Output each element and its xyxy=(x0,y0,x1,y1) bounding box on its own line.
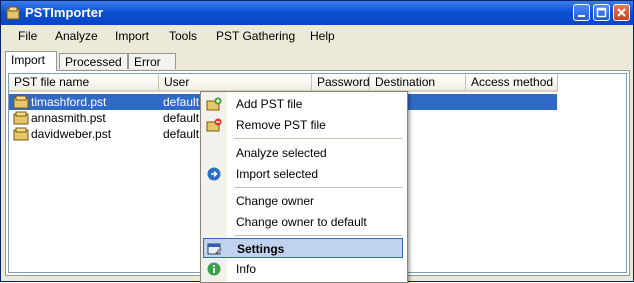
app-icon xyxy=(6,6,20,20)
minimize-icon xyxy=(578,15,585,17)
pst-file-name: annasmith.pst xyxy=(31,111,106,125)
menu-item-label: Remove PST file xyxy=(236,118,326,132)
menu-item-change-owner-to-default[interactable]: Change owner to default xyxy=(203,212,403,232)
menu-item-label: Settings xyxy=(237,242,285,256)
menu-import[interactable]: Import xyxy=(115,29,149,43)
context-menu: Add PST file Remove PST file Analyze sel… xyxy=(200,91,408,283)
pst-file-icon xyxy=(13,127,29,141)
remove-pst-icon xyxy=(206,118,222,132)
menu-item-settings[interactable]: Settings xyxy=(203,238,403,258)
column-header-password[interactable]: Password xyxy=(312,74,370,92)
menu-pst-gathering[interactable]: PST Gathering xyxy=(216,29,295,43)
menu-item-label: Analyze selected xyxy=(236,146,327,160)
user-cell: default xyxy=(163,111,200,125)
column-header-user[interactable]: User xyxy=(159,74,312,92)
menu-item-remove-pst-file[interactable]: Remove PST file xyxy=(203,115,403,135)
menu-separator xyxy=(234,138,402,139)
column-header-pst-file-name[interactable]: PST file name xyxy=(9,74,159,92)
tab-processed[interactable]: Processed xyxy=(59,53,128,69)
close-button[interactable] xyxy=(613,4,630,21)
add-pst-icon xyxy=(206,97,222,111)
column-header-destination-folder[interactable]: Destination folder xyxy=(370,74,466,106)
menu-item-import-selected[interactable]: Import selected xyxy=(203,164,403,184)
pst-file-name: timashford.pst xyxy=(31,95,107,109)
user-cell: default xyxy=(163,95,200,109)
tab-error[interactable]: Error xyxy=(128,53,176,69)
menu-help[interactable]: Help xyxy=(310,29,335,43)
window-title: PSTImporter xyxy=(25,5,104,20)
title-bar[interactable]: PSTImporter xyxy=(1,1,633,25)
maximize-button[interactable] xyxy=(593,4,610,21)
menu-item-change-owner[interactable]: Change owner xyxy=(203,191,403,211)
menu-item-label: Add PST file xyxy=(236,97,303,111)
menu-item-add-pst-file[interactable]: Add PST file xyxy=(203,94,403,114)
import-icon xyxy=(207,167,221,181)
pst-file-icon xyxy=(13,111,29,125)
menu-item-info[interactable]: Info xyxy=(203,259,403,279)
column-header-access-method[interactable]: Access method xyxy=(466,74,558,92)
menu-item-label: Info xyxy=(236,262,257,276)
settings-icon xyxy=(207,243,222,255)
menu-item-label: Change owner xyxy=(236,194,315,208)
menu-bar: File Analyze Import Tools PST Gathering … xyxy=(1,25,633,47)
maximize-icon xyxy=(596,7,607,18)
menu-file[interactable]: File xyxy=(18,29,37,43)
info-icon xyxy=(207,262,221,276)
close-icon xyxy=(617,8,626,17)
menu-item-analyze-selected[interactable]: Analyze selected xyxy=(203,143,403,163)
menu-item-label: Import selected xyxy=(236,167,319,181)
menu-analyze[interactable]: Analyze xyxy=(55,29,98,43)
menu-separator xyxy=(234,235,402,236)
pst-file-icon xyxy=(13,95,29,109)
pst-file-name: davidweber.pst xyxy=(31,127,112,141)
user-cell: default xyxy=(163,127,200,141)
menu-tools[interactable]: Tools xyxy=(169,29,197,43)
menu-item-label: Change owner to default xyxy=(236,215,367,229)
minimize-button[interactable] xyxy=(573,4,590,21)
tab-import[interactable]: Import xyxy=(5,51,57,71)
menu-separator xyxy=(234,187,402,188)
